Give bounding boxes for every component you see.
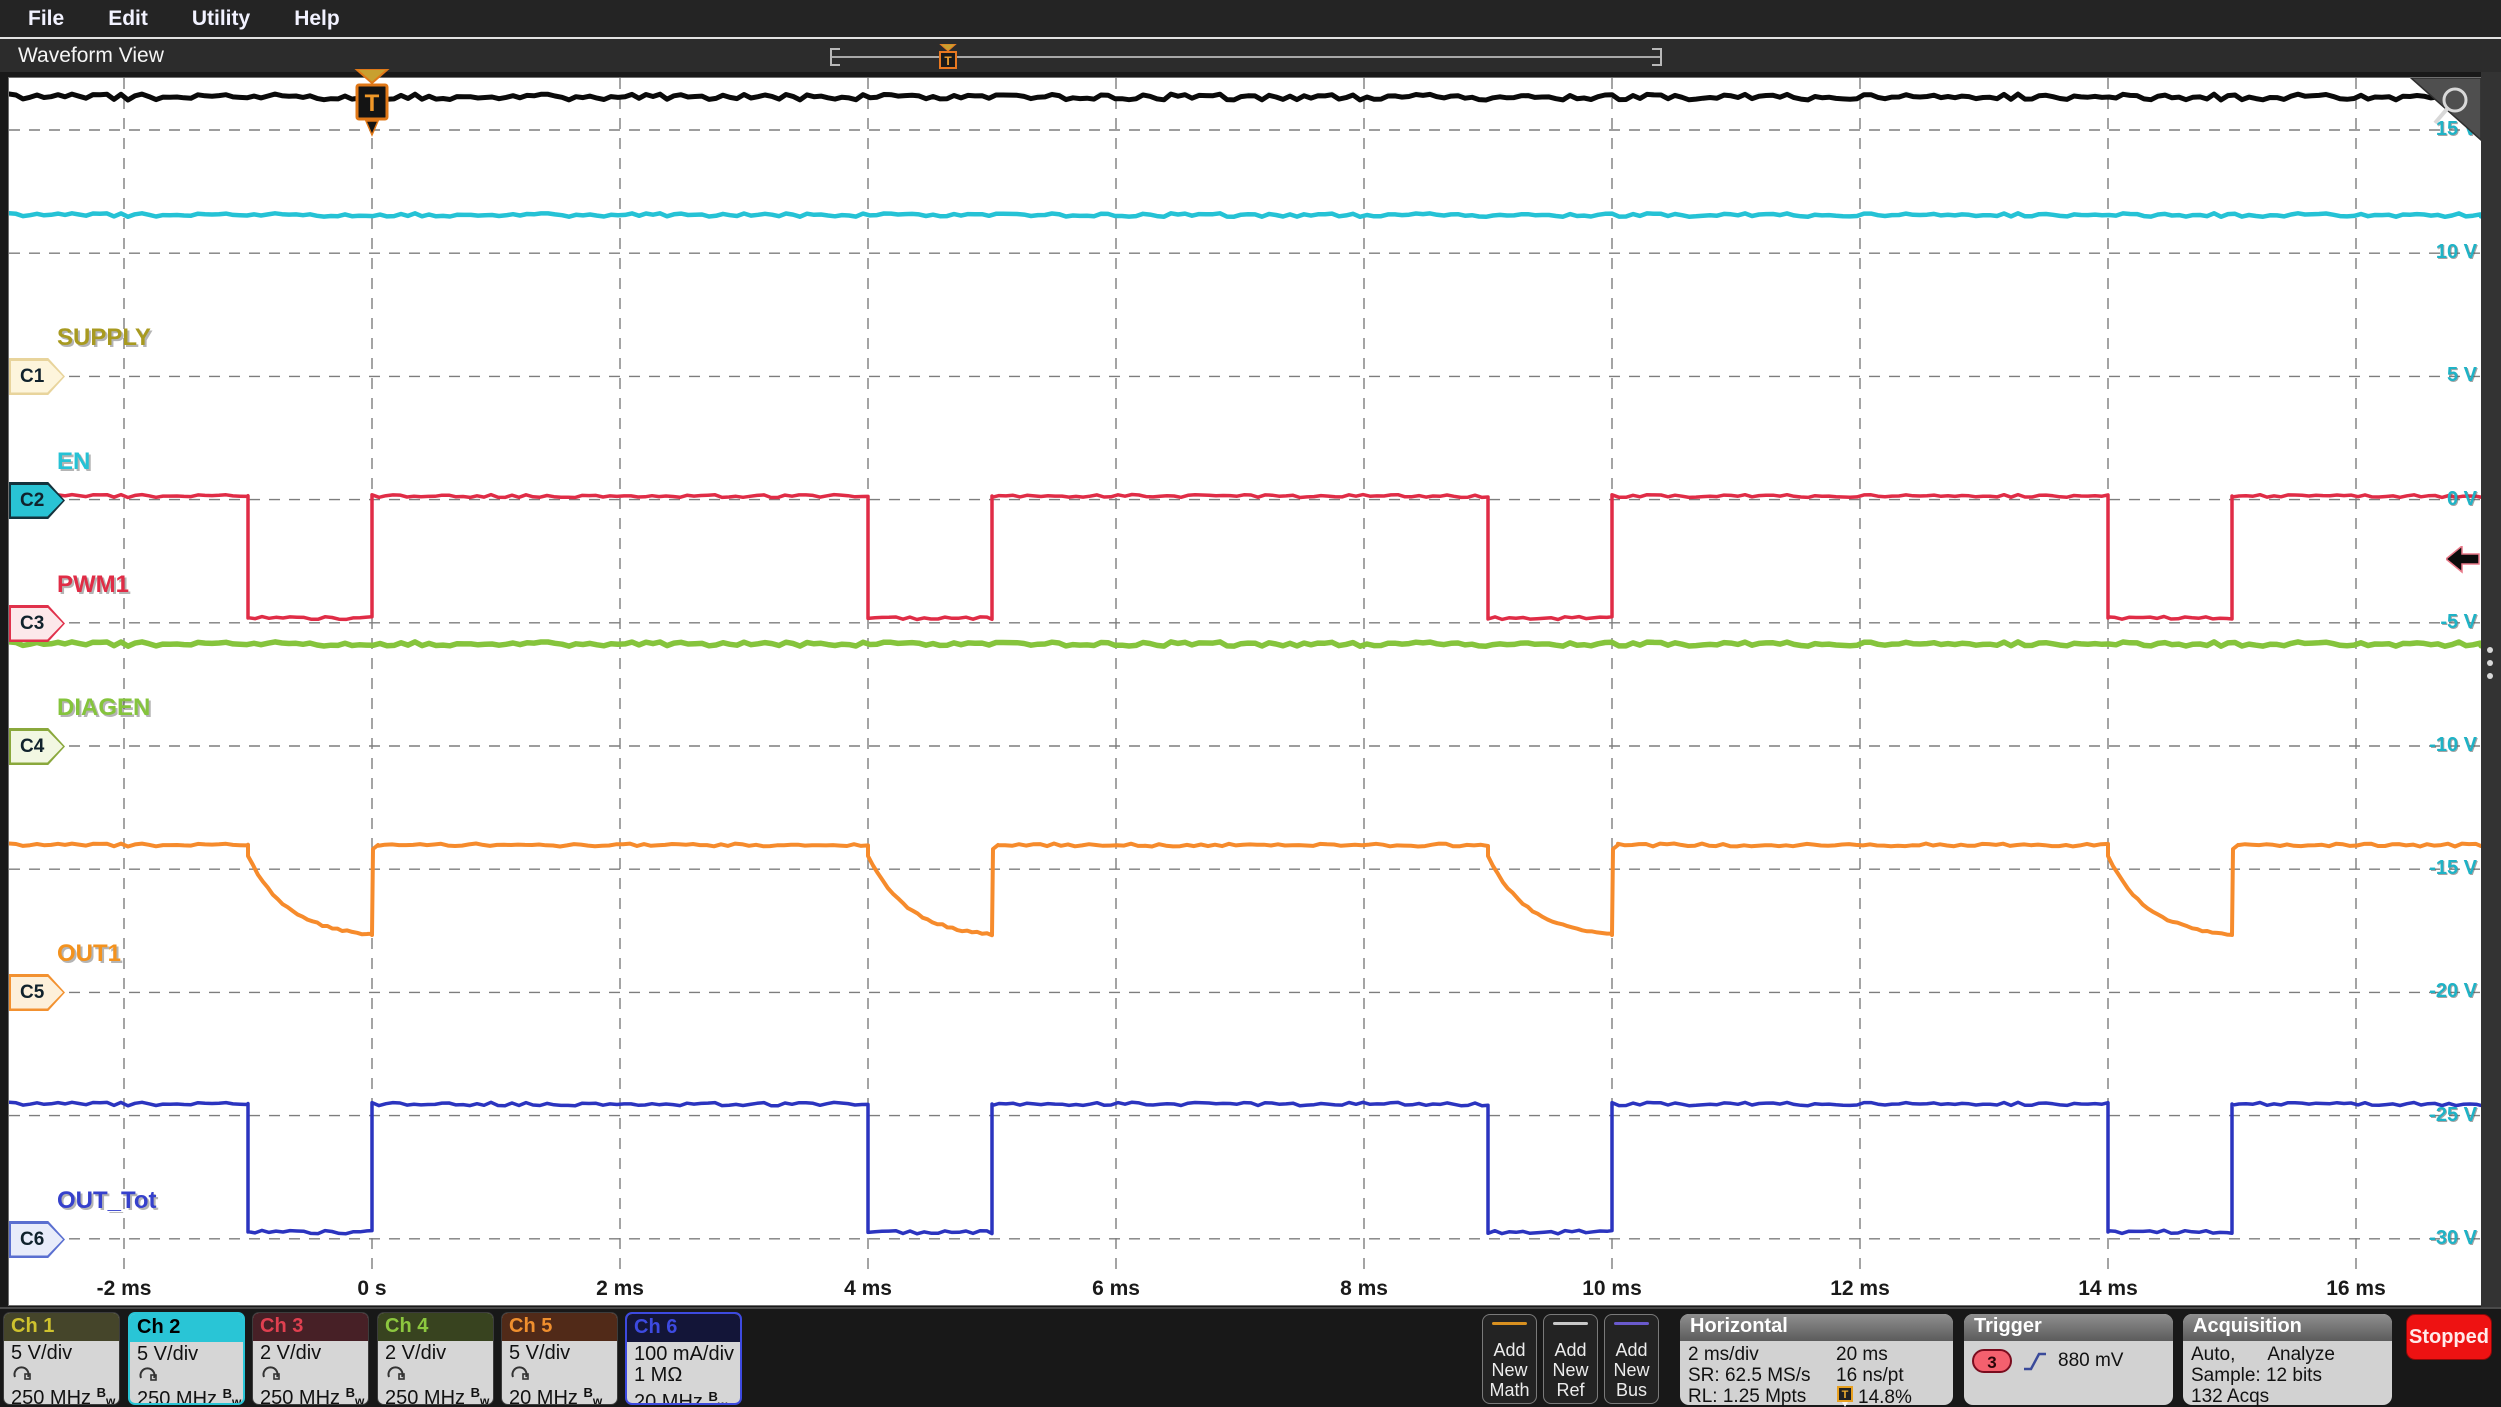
- oscilloscope-screen: File Edit Utility Help Waveform View T: [0, 0, 2501, 1407]
- time-label-0: -2 ms: [97, 1277, 152, 1301]
- acquisition-panel-title: Acquisition: [2183, 1314, 2392, 1341]
- horizontal-panel-title: Horizontal: [1680, 1314, 1953, 1341]
- trace-PWM1: [9, 495, 2481, 620]
- trace-OUT1: [9, 844, 2481, 936]
- view-header: Waveform View T: [0, 37, 2501, 72]
- probe-icon: [130, 1365, 243, 1383]
- graticule-grid: [9, 78, 2481, 1274]
- trace-OUT_Tot: [9, 1102, 2481, 1234]
- channel-badge-ch2[interactable]: Ch 2 5 V/div 250 MHz Bw: [128, 1312, 245, 1405]
- probe-icon: [253, 1364, 368, 1382]
- trigger-position-icon: T: [1836, 1386, 1854, 1407]
- horizontal-panel[interactable]: Horizontal 2 ms/div 20 ms SR: 62.5 MS/s …: [1680, 1314, 1953, 1405]
- trigger-panel[interactable]: Trigger 3 880 mV: [1964, 1314, 2173, 1405]
- svg-text:T: T: [944, 54, 952, 68]
- channel-badge-ch1[interactable]: Ch 1 5 V/div 250 MHz Bw: [3, 1312, 120, 1405]
- trigger-level-arrow[interactable]: [2446, 546, 2480, 574]
- time-label-3: 4 ms: [844, 1277, 892, 1301]
- rising-edge-icon: [2022, 1349, 2048, 1373]
- voltage-label-m10v: -10 V: [2387, 734, 2477, 757]
- voltage-label-5v: 5 V: [2387, 364, 2477, 387]
- voltage-label-m5v: -5 V: [2387, 611, 2477, 634]
- voltage-label-m15v: -15 V: [2387, 857, 2477, 880]
- voltage-label-10v: 10 V: [2387, 241, 2477, 264]
- time-label-2: 2 ms: [596, 1277, 644, 1301]
- menu-item-help[interactable]: Help: [294, 7, 340, 31]
- more-options-handle[interactable]: [2487, 647, 2495, 686]
- menu-item-file[interactable]: File: [28, 7, 64, 31]
- menu-item-utility[interactable]: Utility: [192, 7, 250, 31]
- record-length: RL: 1.25 Mpts: [1688, 1386, 1836, 1407]
- time-axis: -2 ms 0 s 2 ms 4 ms 6 ms 8 ms 10 ms 12 m…: [9, 1274, 2481, 1305]
- acq-mode: Auto,: [2191, 1344, 2235, 1365]
- channel-badge-ch4[interactable]: Ch 4 2 V/div 250 MHz Bw: [377, 1312, 494, 1405]
- acq-count: 132 Acqs: [2191, 1386, 2384, 1407]
- trigger-position-marker[interactable]: T: [354, 69, 390, 141]
- time-label-7: 12 ms: [1830, 1277, 1890, 1301]
- acq-sample: Sample: 12 bits: [2191, 1365, 2384, 1386]
- trigger-source-badge: 3: [1972, 1349, 2012, 1373]
- acquisition-panel[interactable]: Acquisition Auto, Analyze Sample: 12 bit…: [2183, 1314, 2392, 1405]
- svg-text:T: T: [1842, 1389, 1849, 1401]
- resolution: 16 ns/pt: [1836, 1365, 1904, 1386]
- time-label-4: 6 ms: [1092, 1277, 1140, 1301]
- trigger-level: 880 mV: [2058, 1350, 2123, 1372]
- time-label-6: 10 ms: [1582, 1277, 1642, 1301]
- time-label-9: 16 ms: [2326, 1277, 2386, 1301]
- probe-icon: [378, 1364, 493, 1382]
- zoom-corner-handle[interactable]: [2407, 78, 2481, 144]
- channel-name-en: EN: [57, 448, 90, 476]
- channel-badge-ch3[interactable]: Ch 3 2 V/div 250 MHz Bw: [252, 1312, 369, 1405]
- time-label-1: 0 s: [357, 1277, 386, 1301]
- ref-accent-line: [1553, 1322, 1588, 1325]
- voltage-label-m30v: -30 V: [2387, 1227, 2477, 1250]
- trigger-position-percent: 14.8%: [1858, 1387, 1912, 1407]
- waveform-graticule: T SUPPLY EN PWM1 DIAGEN OUT1 OUT_Tot C1 …: [8, 77, 2482, 1306]
- waveform-plot: [9, 78, 2481, 1274]
- minimap-trigger-marker[interactable]: T: [936, 44, 960, 72]
- add-new-ref-button[interactable]: Add New Ref: [1543, 1314, 1598, 1404]
- trigger-panel-title: Trigger: [1964, 1314, 2173, 1341]
- channel-badge-ch6[interactable]: Ch 6 100 mA/div 1 MΩ 20 MHz Bw: [625, 1312, 742, 1405]
- settings-bar: Ch 1 5 V/div 250 MHz Bw Ch 2 5 V/div 250…: [0, 1307, 2501, 1407]
- menu-bar: File Edit Utility Help: [0, 0, 2501, 37]
- time-label-8: 14 ms: [2078, 1277, 2138, 1301]
- horizontal-window: 20 ms: [1836, 1344, 1888, 1365]
- channel-name-supply: SUPPLY: [57, 324, 151, 352]
- probe-icon: [502, 1364, 617, 1382]
- add-new-bus-button[interactable]: Add New Bus: [1604, 1314, 1659, 1404]
- time-label-5: 8 ms: [1340, 1277, 1388, 1301]
- channel-badge-ch5[interactable]: Ch 5 5 V/div 20 MHz Bw: [501, 1312, 618, 1405]
- add-new-math-button[interactable]: Add New Math: [1482, 1314, 1537, 1404]
- view-title: Waveform View: [18, 44, 164, 68]
- sample-rate: SR: 62.5 MS/s: [1688, 1365, 1836, 1386]
- acq-analyze: Analyze: [2267, 1344, 2335, 1365]
- channel-name-diagen: DIAGEN: [57, 694, 150, 722]
- run-stop-button[interactable]: Stopped: [2406, 1314, 2492, 1360]
- horizontal-scale: 2 ms/div: [1688, 1344, 1836, 1365]
- trace-EN: [9, 213, 2481, 217]
- bus-accent-line: [1614, 1322, 1649, 1325]
- math-accent-line: [1492, 1322, 1527, 1325]
- probe-icon: [4, 1364, 119, 1382]
- menu-item-edit[interactable]: Edit: [108, 7, 148, 31]
- voltage-label-m25v: -25 V: [2387, 1104, 2477, 1127]
- voltage-label-m20v: -20 V: [2387, 980, 2477, 1003]
- trace-DIAGEN: [9, 642, 2481, 646]
- channel-name-out-tot: OUT_Tot: [57, 1187, 157, 1215]
- horizontal-position-minimap[interactable]: T: [826, 41, 1666, 71]
- voltage-label-0v: 0 V: [2387, 488, 2477, 511]
- channel-name-out1: OUT1: [57, 940, 121, 968]
- channel-name-pwm1: PWM1: [57, 571, 129, 599]
- svg-text:T: T: [365, 90, 380, 117]
- right-edge-strip: [2481, 72, 2501, 1307]
